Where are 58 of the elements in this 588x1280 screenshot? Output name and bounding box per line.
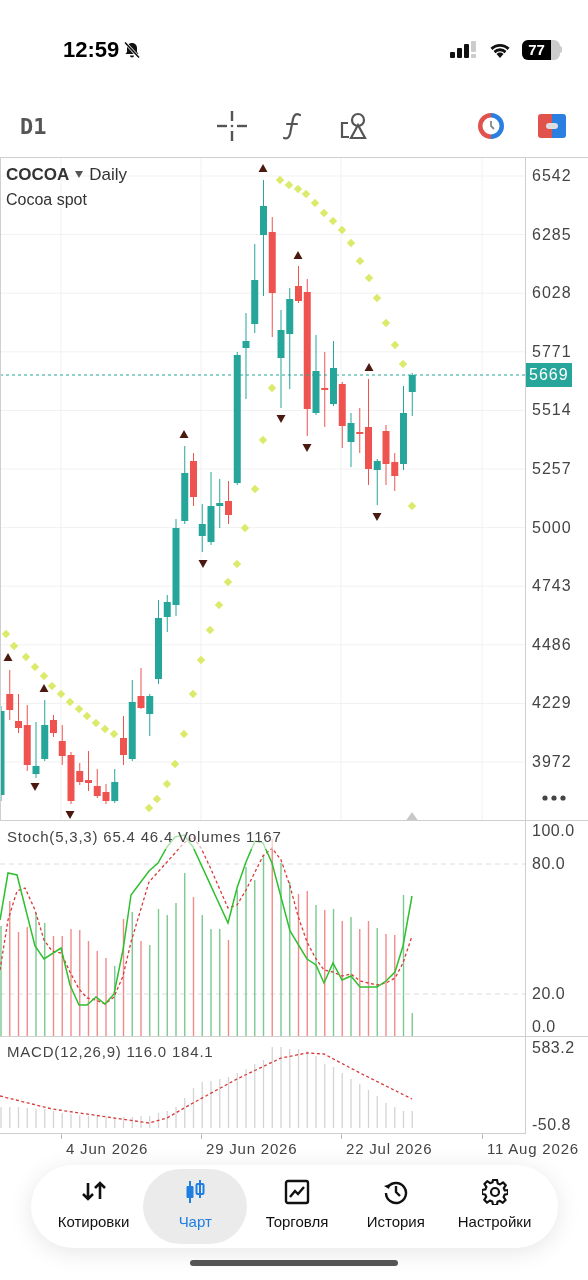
up-triangle-marker (39, 684, 49, 692)
date-label: 22 Jul 2026 (346, 1139, 433, 1159)
symbol-label[interactable]: COCOA (6, 162, 70, 188)
caret-icon[interactable] (75, 171, 84, 179)
up-triangle-marker (179, 430, 189, 438)
muted-bell-icon (123, 40, 142, 59)
price-label: 4743 (532, 576, 572, 597)
price-label: 3972 (532, 752, 572, 772)
price-label: 5257 (532, 459, 572, 479)
tab-item[interactable]: Торговля (248, 1169, 346, 1244)
oscillator-label: 0.0 (532, 1017, 556, 1037)
signal-icon (450, 40, 478, 59)
more-icon[interactable] (542, 795, 566, 801)
shapes-icon[interactable] (339, 112, 369, 140)
price-label: 6285 (532, 224, 572, 245)
current-price-badge: 5669 (526, 363, 572, 387)
down-triangle-marker (372, 513, 382, 521)
tab-item[interactable]: Котировки (44, 1169, 143, 1244)
timeframe-button[interactable]: D1 (20, 109, 47, 143)
indicator-legend: MACD(12,26,9) 116.0 184.1 (7, 1041, 214, 1064)
crosshair-icon[interactable] (217, 111, 247, 141)
down-triangle-marker (65, 811, 75, 819)
oscillator-label: 100.0 (532, 821, 575, 841)
down-triangle-marker (198, 560, 208, 568)
battery-icon: 77 (522, 39, 562, 60)
price-label: 4486 (532, 634, 572, 655)
settings-icon (481, 1179, 508, 1206)
up-triangle-marker (258, 164, 268, 172)
oscillator-label: 80.0 (532, 854, 566, 874)
price-label: 5771 (532, 341, 572, 362)
clock-time: 12:59 (63, 36, 120, 64)
line-chart-icon (284, 1179, 310, 1206)
down-triangle-marker (302, 444, 312, 452)
oscillator-label: 20.0 (532, 984, 566, 1004)
tab-item[interactable]: Настройки (445, 1169, 544, 1244)
price-label: 5514 (532, 400, 572, 421)
function-icon[interactable] (283, 112, 303, 140)
instrument-description: Cocoa spot (6, 189, 88, 210)
scroll-marker-icon[interactable] (405, 812, 419, 821)
date-label: 4 Jun 2026 (66, 1139, 149, 1159)
date-label: 29 Jun 2026 (206, 1139, 298, 1159)
price-label: 4229 (532, 693, 572, 714)
price-label: 5000 (532, 517, 572, 538)
down-triangle-marker (30, 783, 40, 791)
tab-item[interactable]: История (346, 1169, 445, 1244)
up-triangle-marker (293, 251, 303, 259)
up-triangle-marker (364, 363, 374, 371)
date-label: 11 Aug 2026 (487, 1139, 579, 1159)
oscillator-label: -50.8 (532, 1115, 571, 1135)
price-label: 6028 (532, 283, 572, 304)
period-label[interactable]: Daily (89, 162, 128, 188)
clock-icon[interactable] (476, 111, 506, 141)
history-icon (382, 1179, 409, 1206)
account-icon[interactable] (537, 113, 567, 139)
down-triangle-marker (276, 415, 286, 423)
price-label: 6542 (532, 166, 572, 186)
up-triangle-marker (3, 653, 13, 661)
oscillator-label: 583.2 (532, 1038, 575, 1058)
